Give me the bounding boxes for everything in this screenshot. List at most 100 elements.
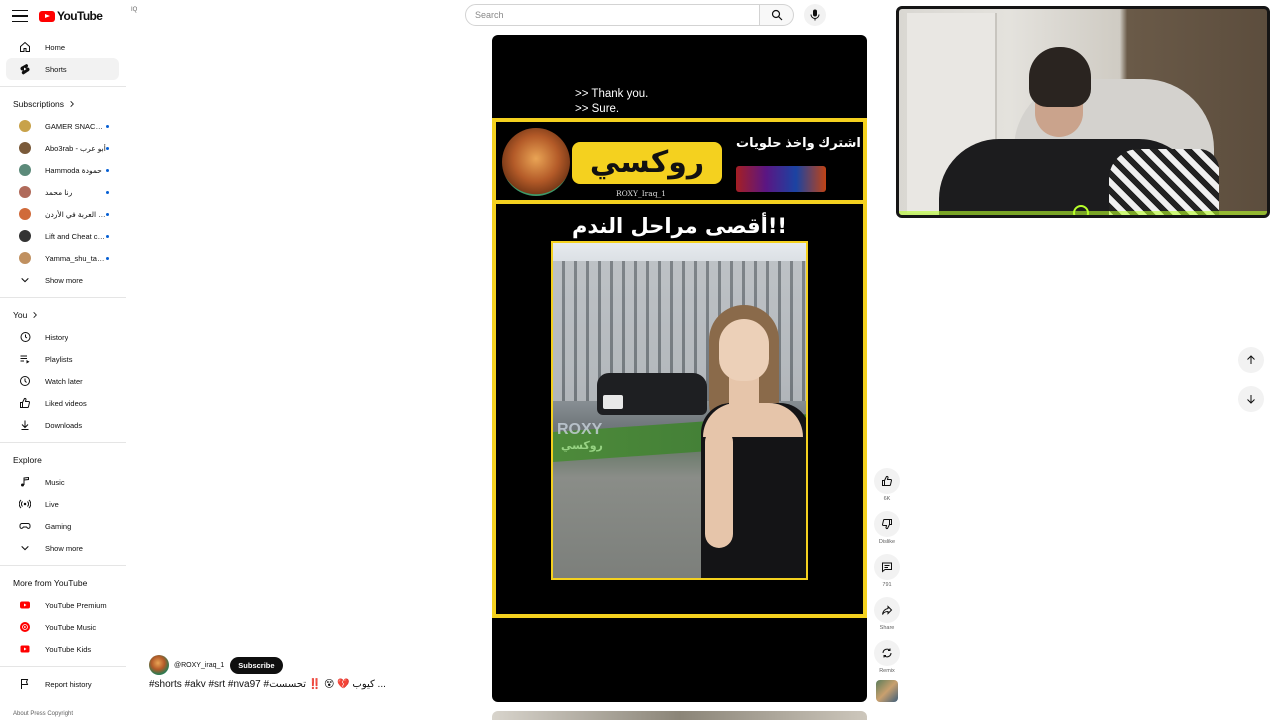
subscription-label: Hammoda حمودة xyxy=(45,165,102,175)
sidebar-item-youtube-premium[interactable]: YouTube Premium xyxy=(6,594,119,616)
shorts-video-player[interactable]: >> Thank you. >> Sure. روكسي ROXY_Iraq_1… xyxy=(492,35,867,702)
thumbs-up-icon xyxy=(882,475,893,486)
brand-banner: روكسي ROXY_Iraq_1 اشترك واخذ حلويات xyxy=(496,122,863,204)
sidebar-item-watch-later[interactable]: Watch later xyxy=(6,370,119,392)
subscription-item[interactable]: Hammoda حمودة xyxy=(6,159,119,181)
subscription-item[interactable]: GAMER SNACK | ... xyxy=(6,115,119,137)
divider xyxy=(0,666,126,667)
footer-links[interactable]: About Press Copyright xyxy=(0,711,126,717)
sidebar-item-label: Home xyxy=(45,42,66,52)
sidebar-item-live[interactable]: Live xyxy=(6,493,119,515)
chevron-right-icon xyxy=(33,312,38,318)
watermark-latin: ROXY xyxy=(557,421,603,438)
sidebar-item-youtube-music[interactable]: YouTube Music xyxy=(6,616,119,638)
subscription-item[interactable]: Yamma_shu_tabkha... xyxy=(6,247,119,269)
subscription-item[interactable]: دو جرة العربة في الأردن xyxy=(6,203,119,225)
dislike-button[interactable] xyxy=(874,511,900,537)
new-content-dot xyxy=(106,146,109,150)
new-content-dot xyxy=(106,190,109,194)
divider xyxy=(0,86,126,87)
video-photo: ROXY روكسي xyxy=(551,241,808,580)
sidebar-item-home[interactable]: Home xyxy=(6,36,119,58)
youtube-logo[interactable]: YouTube IQ xyxy=(39,7,137,23)
subscriptions-heading[interactable]: Subscriptions xyxy=(0,93,126,115)
subscription-label: Yamma_shu_tabkha... xyxy=(45,253,106,263)
chevron-down-icon xyxy=(19,274,31,286)
search-button[interactable] xyxy=(760,4,794,26)
subscription-label: دو جرة العربة في الأردن xyxy=(45,209,106,219)
sidebar-item-history[interactable]: History xyxy=(6,326,119,348)
sidebar-item-label: YouTube Music xyxy=(45,622,97,632)
channel-avatar[interactable] xyxy=(149,655,169,675)
like-count: 6K xyxy=(883,496,891,502)
sidebar-item-downloads[interactable]: Downloads xyxy=(6,414,119,436)
remix-label: Remix xyxy=(879,668,895,674)
dislike-label: Dislike xyxy=(878,539,896,545)
subscription-item[interactable]: رنا محمد xyxy=(6,181,119,203)
divider xyxy=(0,297,126,298)
webcam-person-hair xyxy=(1029,47,1091,107)
new-content-dot xyxy=(106,256,109,260)
promo-text: اشترك واخذ حلويات xyxy=(736,135,861,150)
subscribe-button[interactable]: Subscribe xyxy=(230,656,283,674)
sidebar-item-music[interactable]: Music xyxy=(6,471,119,493)
subscription-label: Abo3rab - أبو عرب xyxy=(45,143,106,153)
sidebar-item-playlists[interactable]: Playlists xyxy=(6,348,119,370)
divider xyxy=(0,565,126,566)
logo-text: YouTube xyxy=(57,9,103,23)
watermark-arabic: روكسي xyxy=(561,440,603,452)
voice-search-button[interactable] xyxy=(804,4,826,26)
sidebar-item-gaming[interactable]: Gaming xyxy=(6,515,119,537)
video-headline: أقصى مراحل الندم!! xyxy=(572,214,787,238)
previous-short-button[interactable] xyxy=(1238,347,1264,373)
channel-avatar xyxy=(19,120,31,132)
remix-action: Remix xyxy=(873,640,901,683)
sidebar-item-youtube-kids[interactable]: YouTube Kids xyxy=(6,638,119,660)
woman-arm xyxy=(705,428,733,548)
subscription-item[interactable]: Lift and Cheat chan... xyxy=(6,225,119,247)
mascot-image xyxy=(502,128,570,196)
subscriptions-show-more[interactable]: Show more xyxy=(6,269,119,291)
sidebar-item-label: Music xyxy=(45,477,65,487)
short-title[interactable]: #shorts #akv #srt #nva97 #كيوب 💔 😵 ‼️ تح… xyxy=(149,679,386,690)
channel-avatar xyxy=(19,142,31,154)
sidebar-item-liked-videos[interactable]: Liked videos xyxy=(6,392,119,414)
remix-button[interactable] xyxy=(874,640,900,666)
subscriptions-title: Subscriptions xyxy=(13,99,65,109)
comment-button[interactable] xyxy=(874,554,900,580)
sidebar-item-label: History xyxy=(45,332,69,342)
sidebar-item-shorts[interactable]: Shorts xyxy=(6,58,119,80)
menu-icon[interactable] xyxy=(12,8,28,24)
subscription-item[interactable]: Abo3rab - أبو عرب xyxy=(6,137,119,159)
subscription-label: Lift and Cheat chan... xyxy=(45,231,106,241)
channel-avatar xyxy=(19,252,31,264)
youtube-music-icon xyxy=(19,621,31,633)
thumbs-down-icon xyxy=(881,519,892,530)
video-banner-frame: روكسي ROXY_Iraq_1 اشترك واخذ حلويات أقصى… xyxy=(492,118,867,618)
sidebar-item-label: Watch later xyxy=(45,376,83,386)
sidebar-item-label: YouTube Kids xyxy=(45,644,92,654)
arrow-up-icon xyxy=(1247,355,1255,364)
brand-handle: ROXY_Iraq_1 xyxy=(616,189,667,198)
comment-action: 791 xyxy=(873,554,901,597)
video-captions: >> Thank you. >> Sure. xyxy=(575,87,648,117)
channel-avatar xyxy=(19,164,31,176)
search-input[interactable]: Search xyxy=(465,4,760,26)
next-short-button[interactable] xyxy=(1238,386,1264,412)
playlists-icon xyxy=(19,353,31,365)
download-icon xyxy=(19,419,31,431)
history-icon xyxy=(19,331,31,343)
sidebar-item-label: YouTube Premium xyxy=(45,600,107,610)
sound-thumbnail[interactable] xyxy=(876,680,898,702)
home-icon xyxy=(19,41,31,53)
dislike-action: Dislike xyxy=(873,511,901,554)
like-button[interactable] xyxy=(874,468,900,494)
next-short-preview[interactable] xyxy=(492,711,867,720)
channel-handle[interactable]: @ROXY_iraq_1 xyxy=(174,662,224,669)
share-button[interactable] xyxy=(874,597,900,623)
share-icon xyxy=(882,605,893,615)
explore-show-more[interactable]: Show more xyxy=(6,537,119,559)
you-heading[interactable]: You xyxy=(0,304,126,326)
sidebar-item-report-history[interactable]: Report history xyxy=(6,673,119,695)
sidebar-item-label: Report history xyxy=(45,679,92,689)
